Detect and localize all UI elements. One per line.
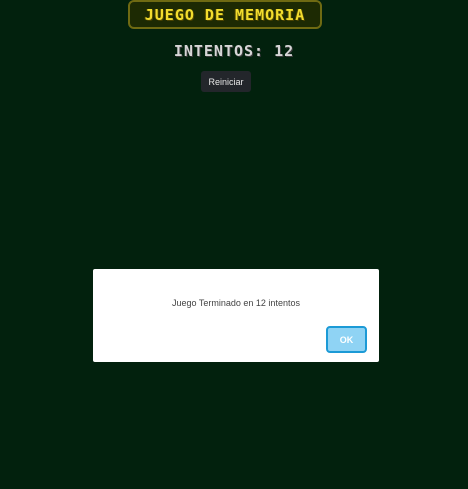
- game-title-banner: Juego de Memoria: [128, 0, 322, 29]
- ok-button[interactable]: OK: [326, 326, 367, 353]
- attempts-counter: Intentos: 12: [173, 42, 295, 60]
- memory-game-page: Juego de Memoria Intentos: 12 Reiniciar …: [0, 0, 468, 489]
- reset-button[interactable]: Reiniciar: [201, 71, 251, 92]
- dialog-message: Juego Terminado en 12 intentos: [172, 298, 300, 308]
- game-title: Juego de Memoria: [144, 5, 306, 24]
- alert-dialog: Juego Terminado en 12 intentos OK: [93, 269, 379, 362]
